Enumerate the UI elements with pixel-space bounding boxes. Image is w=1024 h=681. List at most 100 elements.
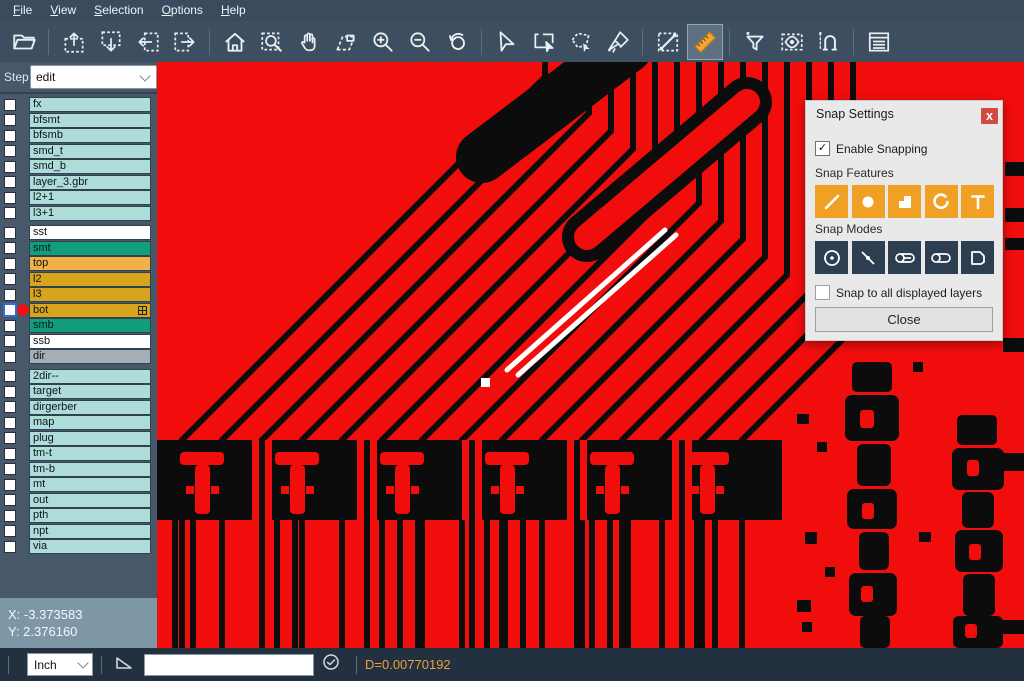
menu-view[interactable]: View — [41, 1, 85, 19]
zoom-previous-button[interactable] — [440, 25, 474, 59]
layer-label[interactable]: l3 — [29, 287, 151, 302]
layer-row[interactable]: 2dir-- — [0, 369, 157, 384]
layer-row[interactable]: l3 — [0, 287, 157, 302]
layer-label[interactable]: bfsmt — [29, 113, 151, 128]
layer-visibility-checkbox[interactable] — [4, 335, 16, 347]
pan-hand-button[interactable] — [292, 25, 326, 59]
menu-options[interactable]: Options — [153, 1, 212, 19]
layer-row[interactable]: fx — [0, 97, 157, 112]
layer-label[interactable]: smb — [29, 318, 151, 333]
layer-row[interactable]: dirgerber — [0, 400, 157, 415]
layer-visibility-checkbox[interactable] — [4, 432, 16, 444]
layer-row[interactable]: via — [0, 539, 157, 554]
pan-down-button[interactable] — [94, 25, 128, 59]
layer-label[interactable]: fx — [29, 97, 151, 112]
select-cursor-button[interactable] — [490, 25, 524, 59]
layer-label[interactable]: sst — [29, 225, 151, 240]
command-input[interactable] — [144, 654, 314, 676]
layer-label[interactable]: bfsmb — [29, 128, 151, 143]
layer-label[interactable]: bot — [29, 303, 151, 318]
layer-label[interactable]: map — [29, 415, 151, 430]
layer-visibility-checkbox[interactable] — [4, 448, 16, 460]
unit-select[interactable]: Inch — [27, 653, 93, 676]
layer-label[interactable]: l2+1 — [29, 190, 151, 205]
layer-label[interactable]: tm-b — [29, 462, 151, 477]
snap-feature-pad-button[interactable] — [888, 185, 921, 218]
menu-help[interactable]: Help — [212, 1, 255, 19]
layer-label[interactable]: ssb — [29, 334, 151, 349]
layer-label[interactable]: npt — [29, 524, 151, 539]
snap-mode-midpoint-button[interactable] — [852, 241, 885, 274]
layer-visibility-checkbox[interactable] — [4, 525, 16, 537]
select-polygon-button[interactable] — [564, 25, 598, 59]
apply-icon[interactable] — [322, 653, 340, 676]
layer-row[interactable]: out — [0, 493, 157, 508]
zoom-in-button[interactable] — [366, 25, 400, 59]
layer-row[interactable]: bfsmt — [0, 113, 157, 128]
snap-feature-circle-button[interactable] — [852, 185, 885, 218]
snap-magnet-button[interactable] — [812, 25, 846, 59]
layer-visibility-checkbox[interactable] — [4, 130, 16, 142]
close-button[interactable]: Close — [815, 307, 993, 332]
snap-feature-line-button[interactable] — [815, 185, 848, 218]
layer-visibility-checkbox[interactable] — [4, 273, 16, 285]
layer-visibility-checkbox[interactable] — [4, 207, 16, 219]
layer-visibility-checkbox[interactable] — [4, 227, 16, 239]
snap-mode-slot-axis-button[interactable] — [888, 241, 921, 274]
zoom-window-button[interactable] — [255, 25, 289, 59]
layer-row[interactable]: map — [0, 415, 157, 430]
layer-row[interactable]: dir — [0, 349, 157, 364]
layer-row[interactable]: smt — [0, 241, 157, 256]
layer-visibility-checkbox[interactable] — [4, 114, 16, 126]
zoom-out-button[interactable] — [403, 25, 437, 59]
layer-label[interactable]: out — [29, 493, 151, 508]
layer-visibility-checkbox[interactable] — [4, 242, 16, 254]
layer-row[interactable]: pth — [0, 508, 157, 523]
layer-visibility-checkbox[interactable] — [4, 145, 16, 157]
layer-label[interactable]: dirgerber — [29, 400, 151, 415]
home-view-button[interactable] — [218, 25, 252, 59]
layer-visibility-checkbox[interactable] — [4, 463, 16, 475]
layer-row[interactable]: tm-b — [0, 462, 157, 477]
layer-visibility-checkbox[interactable] — [4, 289, 16, 301]
layer-row[interactable]: tm-t — [0, 446, 157, 461]
step-select[interactable]: edit — [30, 65, 157, 89]
layer-visibility-checkbox[interactable] — [4, 258, 16, 270]
layer-label[interactable]: l2 — [29, 272, 151, 287]
filter-button[interactable] — [738, 25, 772, 59]
layer-label[interactable]: via — [29, 539, 151, 554]
layers-panel-button[interactable] — [862, 25, 896, 59]
layer-label[interactable]: target — [29, 384, 151, 399]
layer-label[interactable]: smt — [29, 241, 151, 256]
select-rectangle-button[interactable] — [527, 25, 561, 59]
layer-visibility-checkbox[interactable] — [4, 99, 16, 111]
open-folder-button[interactable] — [7, 25, 41, 59]
layer-visibility-checkbox[interactable] — [4, 494, 16, 506]
snap-mode-slot-button[interactable] — [925, 241, 958, 274]
snap-feature-arc-button[interactable] — [925, 185, 958, 218]
layer-row[interactable]: sst — [0, 225, 157, 240]
layer-label[interactable]: tm-t — [29, 446, 151, 461]
layer-visibility-checkbox[interactable] — [4, 417, 16, 429]
layer-row[interactable]: l3+1 — [0, 206, 157, 221]
pan-right-button[interactable] — [168, 25, 202, 59]
layer-label[interactable]: layer_3.gbr — [29, 175, 151, 190]
layer-label[interactable]: 2dir-- — [29, 369, 151, 384]
layer-row[interactable]: smb — [0, 318, 157, 333]
layer-row[interactable]: bfsmb — [0, 128, 157, 143]
layer-visibility-checkbox[interactable] — [4, 320, 16, 332]
layer-label[interactable]: pth — [29, 508, 151, 523]
layer-row-active[interactable]: bot — [0, 303, 157, 318]
snap-feature-text-button[interactable] — [961, 185, 994, 218]
layer-row[interactable]: l2 — [0, 272, 157, 287]
layer-label[interactable]: l3+1 — [29, 206, 151, 221]
zoom-profile-button[interactable] — [329, 25, 363, 59]
menu-selection[interactable]: Selection — [85, 1, 152, 19]
layer-row[interactable]: layer_3.gbr — [0, 175, 157, 190]
measure-line-button[interactable] — [651, 25, 685, 59]
dialog-title-bar[interactable]: Snap Settings x — [806, 101, 1002, 127]
layer-row[interactable]: l2+1 — [0, 190, 157, 205]
layer-row[interactable]: npt — [0, 524, 157, 539]
menu-file[interactable]: File — [4, 1, 41, 19]
layer-visibility-checkbox[interactable] — [4, 192, 16, 204]
